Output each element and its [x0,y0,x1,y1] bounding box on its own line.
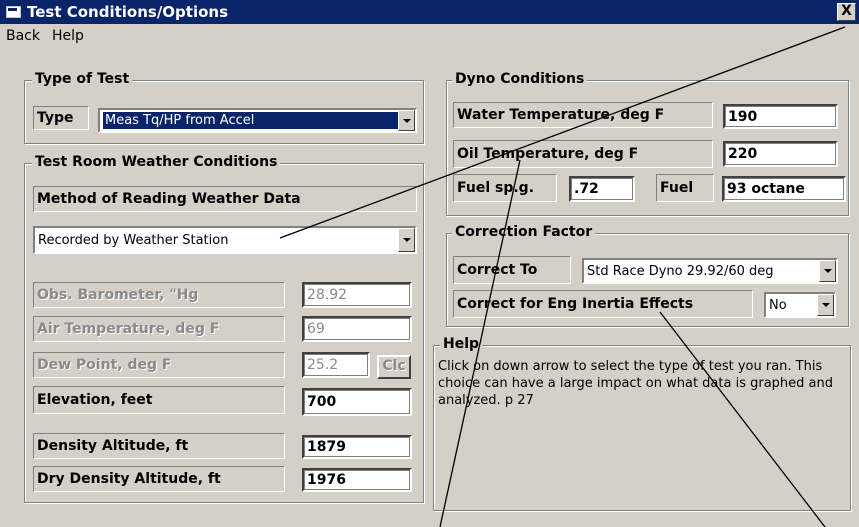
annotation-line-inertia [659,311,826,527]
annotation-lines [279,26,846,527]
annotation-line-close [279,26,846,239]
annotation-line-oil-temp [439,159,521,527]
